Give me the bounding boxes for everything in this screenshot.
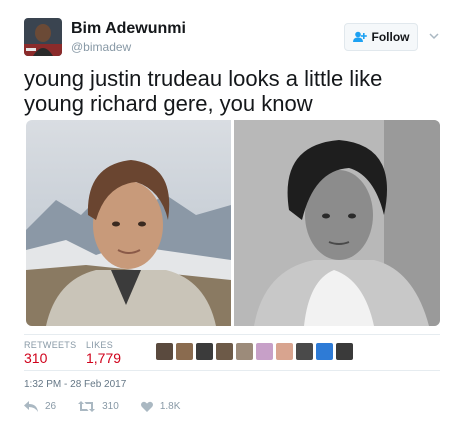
follow-label: Follow bbox=[371, 30, 410, 44]
liker-avatar[interactable] bbox=[236, 343, 253, 360]
photo-young-justin-trudeau[interactable] bbox=[26, 120, 231, 326]
photo-young-richard-gere[interactable] bbox=[234, 120, 440, 326]
reply-icon bbox=[24, 401, 38, 412]
like-count: 1.8K bbox=[159, 401, 181, 412]
liker-avatar[interactable] bbox=[216, 343, 233, 360]
reply-button[interactable]: 26 bbox=[24, 401, 56, 412]
liker-avatar[interactable] bbox=[256, 343, 273, 360]
liker-avatar[interactable] bbox=[176, 343, 193, 360]
likes-label: LIKES bbox=[86, 340, 114, 350]
likes-count[interactable]: 1,779 bbox=[86, 350, 121, 366]
tweet-text: young justin trudeau looks a little like… bbox=[24, 66, 383, 116]
liker-avatar[interactable] bbox=[196, 343, 213, 360]
reply-count: 26 bbox=[45, 401, 57, 412]
retweets-label: RETWEETS bbox=[24, 340, 77, 350]
like-button[interactable]: 1.8K bbox=[140, 401, 181, 412]
heart-icon bbox=[140, 401, 153, 412]
liker-avatar[interactable] bbox=[276, 343, 293, 360]
follow-button[interactable]: Follow bbox=[344, 23, 418, 51]
tweet-media[interactable] bbox=[26, 120, 440, 326]
retweet-icon bbox=[78, 401, 96, 412]
chevron-down-icon[interactable] bbox=[428, 30, 440, 42]
liker-avatar[interactable] bbox=[336, 343, 353, 360]
add-user-icon bbox=[352, 31, 367, 43]
author-name[interactable]: Bim Adewunmi bbox=[71, 20, 186, 38]
divider bbox=[24, 334, 440, 335]
retweets-count[interactable]: 310 bbox=[24, 350, 47, 366]
author-handle[interactable]: @bimadew bbox=[71, 40, 131, 54]
tweet-card: Bim Adewunmi @bimadew Follow young justi… bbox=[0, 0, 468, 430]
tweet-actions: 26 310 1.8K bbox=[24, 401, 202, 412]
liker-avatar[interactable] bbox=[156, 343, 173, 360]
divider bbox=[24, 370, 440, 371]
timestamp[interactable]: 1:32 PM - 28 Feb 2017 bbox=[24, 379, 126, 390]
retweet-count: 310 bbox=[102, 401, 119, 412]
avatar[interactable] bbox=[24, 18, 62, 56]
liker-avatar[interactable] bbox=[296, 343, 313, 360]
likers-avatars bbox=[156, 343, 353, 360]
liker-avatar[interactable] bbox=[316, 343, 333, 360]
retweet-button[interactable]: 310 bbox=[78, 401, 119, 412]
